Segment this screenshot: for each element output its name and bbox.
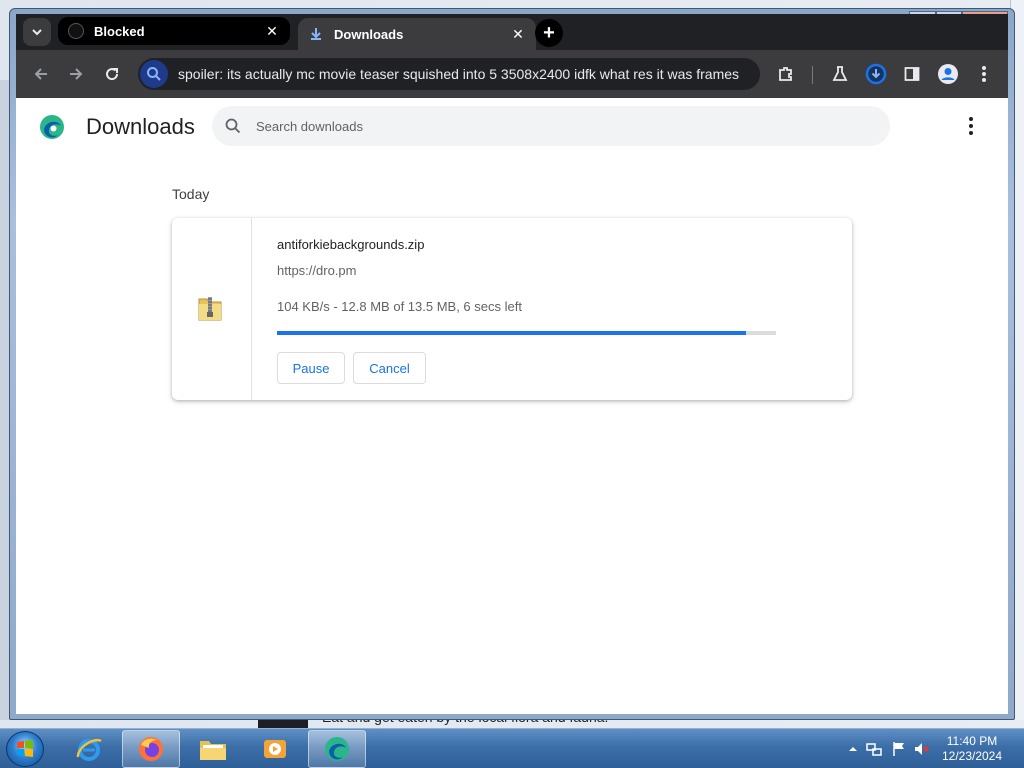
address-bar-text: spoiler: its actually mc movie teaser sq… bbox=[178, 66, 740, 82]
tab-strip: Blocked ✕ Downloads ✕ + bbox=[16, 14, 1008, 50]
start-button[interactable] bbox=[6, 731, 44, 767]
browser-menu-button[interactable] bbox=[972, 62, 996, 86]
search-box[interactable] bbox=[212, 106, 890, 146]
tab-blocked[interactable]: Blocked ✕ bbox=[58, 17, 290, 45]
globe-icon bbox=[68, 23, 84, 39]
pause-button[interactable]: Pause bbox=[277, 352, 345, 384]
page-title: Downloads bbox=[86, 114, 195, 139]
more-vert-icon-dot bbox=[969, 117, 973, 121]
download-progress-fill bbox=[277, 331, 747, 335]
reload-icon bbox=[106, 68, 119, 81]
browser-toolbar: spoiler: its actually mc movie teaser sq… bbox=[16, 50, 1008, 98]
file-name[interactable]: antiforkiebackgrounds.zip bbox=[277, 237, 424, 252]
taskbar: 11:40 PM 12/23/2024 bbox=[0, 728, 1024, 768]
volume-muted-icon bbox=[915, 743, 929, 755]
taskbar-file-explorer[interactable] bbox=[184, 730, 242, 768]
toolbar-divider bbox=[812, 66, 813, 84]
close-tab-icon[interactable]: ✕ bbox=[264, 23, 280, 39]
chevron-down-icon bbox=[32, 29, 42, 36]
address-bar[interactable]: spoiler: its actually mc movie teaser sq… bbox=[138, 58, 760, 90]
date-group-label: Today bbox=[172, 186, 210, 202]
more-vert-icon bbox=[982, 66, 986, 82]
browser-logo-icon bbox=[40, 115, 64, 139]
close-tab-icon[interactable]: ✕ bbox=[510, 26, 526, 42]
file-source-url[interactable]: https://dro.pm bbox=[277, 263, 356, 278]
internet-explorer-icon bbox=[76, 738, 102, 761]
action-center-tray-icon[interactable] bbox=[891, 741, 907, 757]
arrow-left-icon bbox=[34, 68, 47, 80]
arrow-right-icon bbox=[70, 68, 83, 80]
puzzle-icon bbox=[779, 67, 792, 81]
taskbar-browser[interactable] bbox=[308, 730, 366, 768]
new-tab-button[interactable]: + bbox=[535, 19, 563, 47]
download-icon bbox=[311, 28, 321, 40]
network-tray-icon[interactable] bbox=[866, 741, 882, 757]
flag-icon bbox=[893, 742, 904, 756]
more-actions-button[interactable] bbox=[962, 114, 980, 138]
download-progress-icon bbox=[865, 63, 887, 85]
forward-button[interactable] bbox=[63, 61, 89, 87]
search-icon bbox=[140, 60, 168, 88]
downloads-header: Downloads bbox=[16, 98, 1008, 154]
file-explorer-icon bbox=[200, 741, 226, 760]
tab-downloads[interactable]: Downloads ✕ bbox=[298, 18, 536, 50]
download-progress-bar bbox=[277, 331, 776, 335]
firefox-icon bbox=[139, 737, 163, 761]
downloads-button[interactable] bbox=[864, 62, 888, 86]
browser: Blocked ✕ Downloads ✕ + spoiler: its act… bbox=[16, 14, 1008, 714]
show-hidden-icons-button[interactable] bbox=[845, 741, 861, 757]
more-vert-icon-dot bbox=[969, 131, 973, 135]
download-item: antiforkiebackgrounds.zip https://dro.pm… bbox=[172, 218, 852, 400]
download-icon-column bbox=[172, 218, 252, 400]
tab-title: Downloads bbox=[334, 26, 404, 42]
side-panel-icon bbox=[904, 67, 920, 81]
side-panel-button[interactable] bbox=[900, 62, 924, 86]
clock-date: 12/23/2024 bbox=[941, 749, 1003, 763]
downloads-page: Downloads Today an bbox=[16, 98, 1008, 714]
network-icon bbox=[866, 743, 882, 756]
download-status: 104 KB/s - 12.8 MB of 13.5 MB, 6 secs le… bbox=[277, 299, 522, 314]
chevron-up-icon bbox=[849, 747, 857, 751]
back-button[interactable] bbox=[28, 61, 54, 87]
reload-button[interactable] bbox=[99, 61, 125, 87]
taskbar-firefox[interactable] bbox=[122, 730, 180, 768]
taskbar-media-player[interactable] bbox=[246, 730, 304, 768]
avatar-icon bbox=[938, 64, 958, 84]
taskbar-internet-explorer[interactable] bbox=[60, 730, 118, 768]
cancel-button[interactable]: Cancel bbox=[353, 352, 426, 384]
windows-logo-icon bbox=[17, 740, 33, 757]
search-icon bbox=[225, 118, 241, 134]
extensions-button[interactable] bbox=[774, 62, 798, 86]
profile-button[interactable] bbox=[936, 62, 960, 86]
more-vert-icon-dot bbox=[969, 124, 973, 128]
search-input[interactable] bbox=[256, 118, 816, 134]
system-clock[interactable]: 11:40 PM 12/23/2024 bbox=[932, 734, 1012, 764]
labs-button[interactable] bbox=[828, 62, 852, 86]
volume-tray-icon[interactable] bbox=[914, 741, 930, 757]
media-player-icon bbox=[264, 740, 286, 758]
browser-app-icon bbox=[325, 737, 349, 761]
tab-search-button[interactable] bbox=[23, 18, 51, 46]
tab-title: Blocked bbox=[94, 23, 145, 39]
clock-time: 11:40 PM bbox=[946, 734, 998, 748]
flask-icon bbox=[832, 66, 848, 81]
zip-folder-icon bbox=[198, 297, 222, 321]
